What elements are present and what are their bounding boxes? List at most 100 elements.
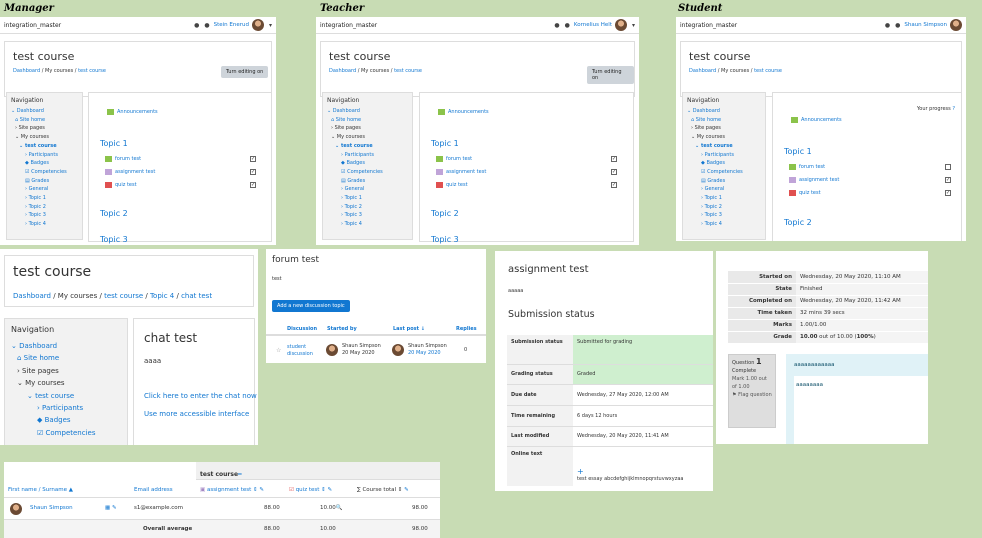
crumb-course[interactable]: test course [754, 68, 782, 74]
announcements-link[interactable]: Announcements [107, 109, 158, 115]
nav-site-home[interactable]: ⌂ Site home [687, 116, 761, 125]
add-discussion-button[interactable]: Add a new discussion topic [272, 300, 350, 312]
crumb-my-courses[interactable]: My courses [361, 68, 389, 74]
nav-test-course[interactable]: ⌄ test course [11, 390, 121, 402]
nav-site-pages[interactable]: › Site pages [327, 124, 408, 133]
nav-topic3[interactable]: › Topic 3 [687, 211, 761, 220]
col-email[interactable]: Email address [134, 487, 173, 493]
user-name[interactable]: Stein Enerud [214, 22, 249, 28]
completion-checkbox[interactable]: ✓ [945, 177, 951, 183]
nav-competencies[interactable]: ☑ Competencies [687, 168, 761, 177]
nav-site-pages[interactable]: › Site pages [687, 124, 761, 133]
quiz-test-link[interactable]: quiz test [789, 190, 821, 196]
nav-dashboard[interactable]: ⌄ Dashboard [11, 340, 121, 352]
crumb-my-courses[interactable]: My courses [45, 68, 73, 74]
assignment-test-link[interactable]: assignment test [436, 169, 486, 175]
nav-my-courses[interactable]: ⌄ My courses [11, 133, 78, 142]
topic-3-heading[interactable]: Topic 3 [431, 235, 459, 244]
nav-general[interactable]: › General [327, 185, 408, 194]
topic-2-heading[interactable]: Topic 2 [100, 209, 128, 218]
nav-test-course[interactable]: ⌄ test course [687, 142, 761, 151]
crumb-course[interactable]: test course [78, 68, 106, 74]
nav-dashboard[interactable]: ⌄ Dashboard [327, 107, 408, 116]
crumb-course[interactable]: test course [104, 292, 143, 300]
nav-topic4[interactable]: › Topic 4 [11, 220, 78, 229]
completion-checkbox[interactable]: ✓ [250, 182, 256, 188]
crumb-dashboard[interactable]: Dashboard [329, 68, 356, 74]
nav-test-course[interactable]: ⌄ test course [11, 142, 78, 151]
nav-participants[interactable]: › Participants [687, 151, 761, 160]
nav-site-pages[interactable]: › Site pages [11, 365, 121, 377]
nav-topic3[interactable]: › Topic 3 [327, 211, 408, 220]
nav-badges[interactable]: ◆ Badges [11, 159, 78, 168]
col-assignment[interactable]: ▣ assignment test ⇕ ✎ [200, 487, 264, 493]
col-name[interactable]: First name / Surname ▲ [8, 487, 73, 493]
avatar[interactable] [614, 19, 627, 31]
crumb-my-courses[interactable]: My courses [721, 68, 749, 74]
forum-test-link[interactable]: forum test [105, 156, 141, 162]
avatar[interactable] [950, 19, 962, 31]
topic-1-heading[interactable]: Topic 1 [784, 147, 812, 156]
col-replies[interactable]: Replies [456, 326, 477, 332]
site-name[interactable]: integration_master [4, 22, 61, 29]
nav-my-courses[interactable]: ⌄ My courses [687, 133, 761, 142]
nav-participants[interactable]: › Participants [327, 151, 408, 160]
chat-icon[interactable]: ● [204, 22, 209, 29]
expand-icon[interactable]: + [577, 467, 709, 476]
nav-participants[interactable]: › Participants [11, 402, 121, 414]
chevron-down-icon[interactable]: ▾ [269, 22, 272, 29]
avatar[interactable] [10, 503, 22, 515]
crumb-my-courses[interactable]: My courses [58, 292, 97, 300]
crumb-dashboard[interactable]: Dashboard [13, 68, 40, 74]
site-name[interactable]: integration_master [680, 22, 737, 29]
chat-icon[interactable]: ● [565, 22, 570, 29]
topic-2-heading[interactable]: Topic 2 [784, 218, 812, 227]
flag-question[interactable]: ⚑ Flag question [732, 391, 772, 399]
nav-grades[interactable]: ▤ Grades [11, 177, 78, 186]
nav-site-home[interactable]: ⌂ Site home [327, 116, 408, 125]
nav-badges[interactable]: ◆ Badges [327, 159, 408, 168]
assignment-test-link[interactable]: assignment test [105, 169, 155, 175]
turn-editing-on-button[interactable]: Turn editing on [221, 66, 269, 78]
chevron-down-icon[interactable]: ▾ [632, 22, 635, 29]
course-category-label[interactable]: test course━ [200, 471, 242, 478]
topic-3-heading[interactable]: Topic 3 [100, 235, 128, 244]
crumb-dashboard[interactable]: Dashboard [689, 68, 716, 74]
bell-icon[interactable]: ● [885, 22, 890, 29]
bell-icon[interactable]: ● [194, 22, 199, 29]
nav-general[interactable]: › General [687, 185, 761, 194]
forum-test-link[interactable]: forum test [436, 156, 472, 162]
completion-checkbox[interactable]: ✓ [611, 182, 617, 188]
nav-site-home[interactable]: ⌂ Site home [11, 352, 121, 364]
topic-1-heading[interactable]: Topic 1 [431, 139, 459, 148]
nav-site-pages[interactable]: › Site pages [11, 124, 78, 133]
completion-checkbox[interactable]: ✓ [611, 169, 617, 175]
col-quiz[interactable]: ☑ quiz test ⇕ ✎ [289, 487, 332, 493]
avatar[interactable] [251, 19, 264, 31]
nav-participants[interactable]: › Participants [11, 151, 78, 160]
user-name[interactable]: Shaun Simpson [904, 22, 947, 28]
accessible-interface-link[interactable]: Use more accessible interface [144, 410, 249, 418]
nav-general[interactable]: › General [11, 185, 78, 194]
assignment-test-link[interactable]: assignment test [789, 177, 839, 183]
announcements-link[interactable]: Announcements [438, 109, 489, 115]
crumb-dashboard[interactable]: Dashboard [13, 292, 51, 300]
nav-dashboard[interactable]: ⌄ Dashboard [687, 107, 761, 116]
nav-site-home[interactable]: ⌂ Site home [11, 116, 78, 125]
crumb-topic4[interactable]: Topic 4 [150, 292, 174, 300]
enter-chat-link[interactable]: Click here to enter the chat now [144, 392, 257, 400]
quiz-grade[interactable]: 10.00🔍 [320, 505, 343, 511]
col-started-by[interactable]: Started by [327, 326, 357, 332]
turn-editing-on-button[interactable]: Turn editing on [587, 66, 634, 84]
quiz-test-link[interactable]: quiz test [105, 182, 137, 188]
announcements-link[interactable]: Announcements [791, 117, 842, 123]
topic-1-heading[interactable]: Topic 1 [100, 139, 128, 148]
nav-my-courses[interactable]: ⌄ My courses [327, 133, 408, 142]
nav-badges[interactable]: ◆ Badges [11, 414, 121, 426]
site-name[interactable]: integration_master [320, 22, 377, 29]
grade-report-icon[interactable]: ▦ ✎ [105, 505, 117, 511]
col-course-total[interactable]: ∑ Course total ⇕ ✎ [357, 487, 409, 493]
nav-topic2[interactable]: › Topic 2 [327, 203, 408, 212]
bell-icon[interactable]: ● [554, 22, 559, 29]
completion-checkbox[interactable]: ✓ [250, 156, 256, 162]
